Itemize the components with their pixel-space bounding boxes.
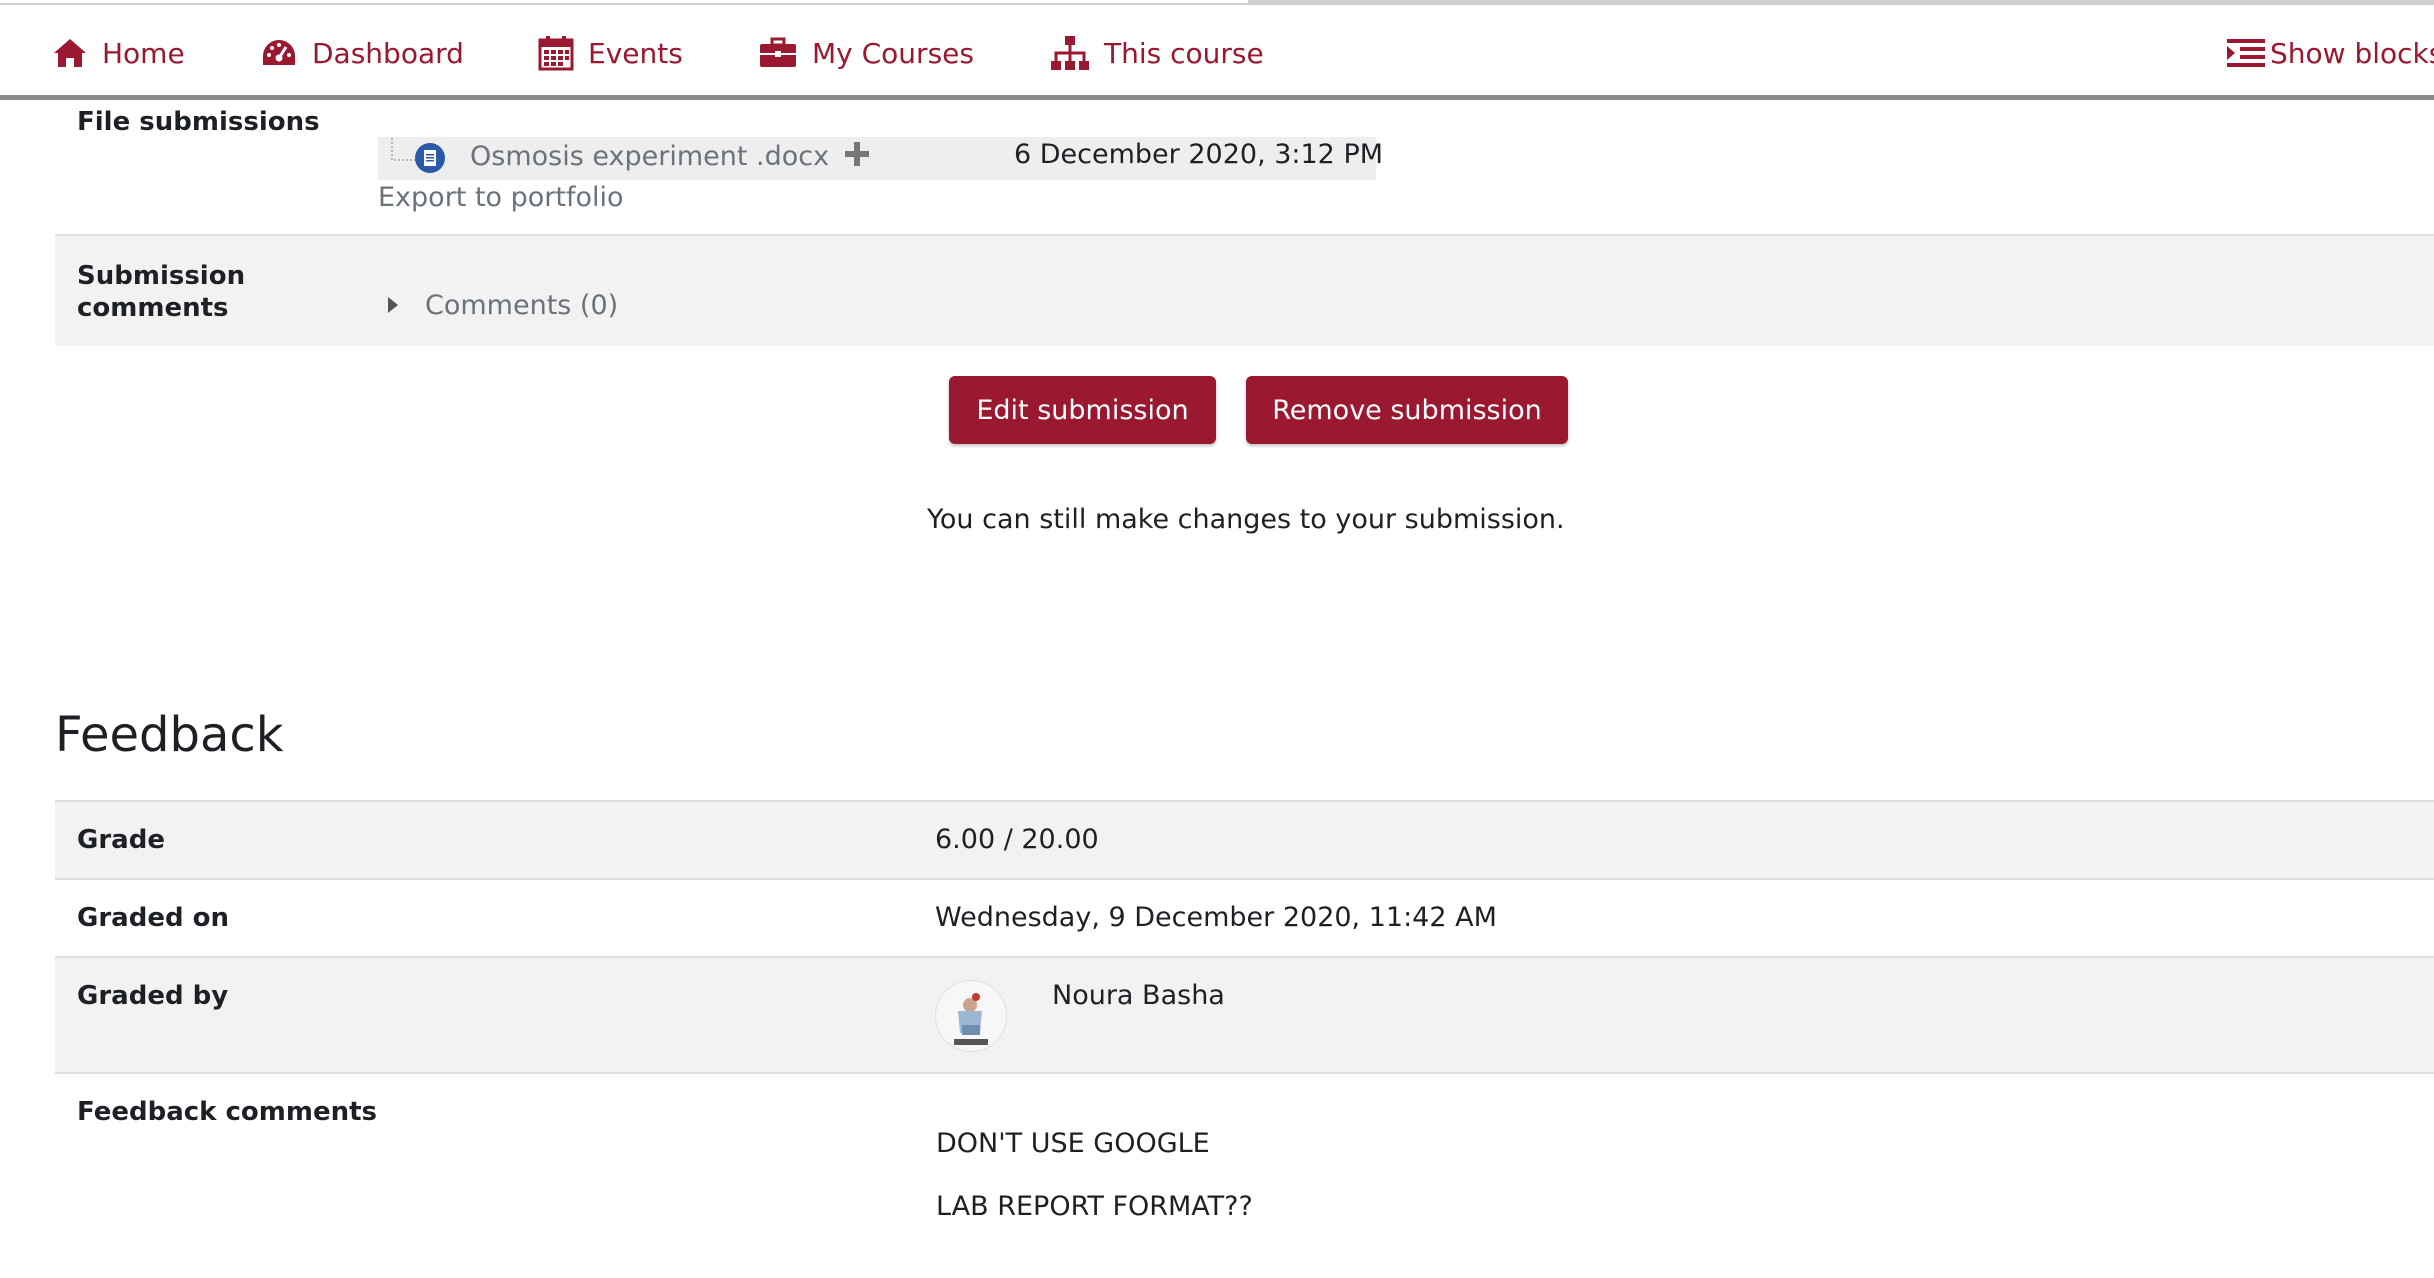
dashboard-icon xyxy=(263,40,295,65)
submission-changes-note: You can still make changes to your submi… xyxy=(927,504,1565,535)
grader-name: Noura Basha xyxy=(1052,980,1225,1011)
plus-icon[interactable] xyxy=(843,140,871,168)
grade-value: 6.00 / 20.00 xyxy=(935,824,1099,855)
submission-comments-row: Submission comments xyxy=(55,234,2434,346)
nav-dashboard[interactable]: Dashboard xyxy=(260,31,464,75)
submission-comments-label: Submission comments xyxy=(77,260,245,324)
feedback-comments-row: Feedback comments DON'T USE GOOGLE LAB R… xyxy=(55,1072,2434,1278)
document-file-icon xyxy=(415,143,445,173)
nav-this-course-label: This course xyxy=(1104,36,1264,70)
submission-comments-label-line1: Submission xyxy=(77,261,246,291)
feedback-comment-line-1: DON'T USE GOOGLE xyxy=(936,1128,1210,1159)
browser-top-edge-left xyxy=(0,0,1248,3)
graded-on-row: Graded on Wednesday, 9 December 2020, 11… xyxy=(55,878,2434,956)
remove-submission-button[interactable]: Remove submission xyxy=(1246,376,1568,444)
nav-my-courses-label: My Courses xyxy=(812,36,974,70)
file-submitted-date: 6 December 2020, 3:12 PM xyxy=(1014,139,1384,170)
submission-comments-label-line2: comments xyxy=(77,293,229,323)
indent-icon xyxy=(2227,39,2265,67)
nav-home[interactable]: Home xyxy=(52,31,185,75)
nav-events[interactable]: Events xyxy=(538,31,683,75)
feedback-comments-label: Feedback comments xyxy=(77,1097,378,1127)
briefcase-icon xyxy=(760,37,796,67)
nav-my-courses[interactable]: My Courses xyxy=(758,31,974,75)
feedback-heading: Feedback xyxy=(55,707,284,763)
nav-events-label: Events xyxy=(588,36,683,70)
nav-home-label: Home xyxy=(102,36,185,70)
feedback-comment-line-2: LAB REPORT FORMAT?? xyxy=(936,1191,1253,1222)
edit-submission-button[interactable]: Edit submission xyxy=(949,376,1216,444)
grade-label: Grade xyxy=(77,825,165,855)
graded-on-value: Wednesday, 9 December 2020, 11:42 AM xyxy=(935,902,1497,933)
comments-toggle-link[interactable]: Comments (0) xyxy=(425,290,618,321)
caret-right-icon[interactable] xyxy=(386,294,400,316)
nav-dashboard-label: Dashboard xyxy=(312,36,464,70)
sitemap-icon xyxy=(1051,36,1089,70)
nav-show-blocks-label: Show blocks xyxy=(2270,36,2434,70)
grader-avatar xyxy=(935,980,1007,1052)
file-link[interactable]: Osmosis experiment .docx xyxy=(470,141,829,172)
graded-by-row: Graded by Noura Basha xyxy=(55,956,2434,1072)
graded-by-label: Graded by xyxy=(77,981,229,1011)
top-navbar: Home Dashboard Events My Courses This co… xyxy=(0,5,2434,100)
avatar-image xyxy=(936,981,1006,1051)
export-portfolio-link[interactable]: Export to portfolio xyxy=(378,182,624,213)
nav-this-course[interactable]: This course xyxy=(1050,31,1264,75)
file-submissions-label: File submissions xyxy=(77,107,320,137)
grade-row: Grade 6.00 / 20.00 xyxy=(55,800,2434,878)
nav-show-blocks[interactable]: Show blocks xyxy=(2226,31,2434,75)
calendar-icon xyxy=(538,36,574,71)
home-icon xyxy=(54,39,86,67)
graded-on-label: Graded on xyxy=(77,903,229,933)
